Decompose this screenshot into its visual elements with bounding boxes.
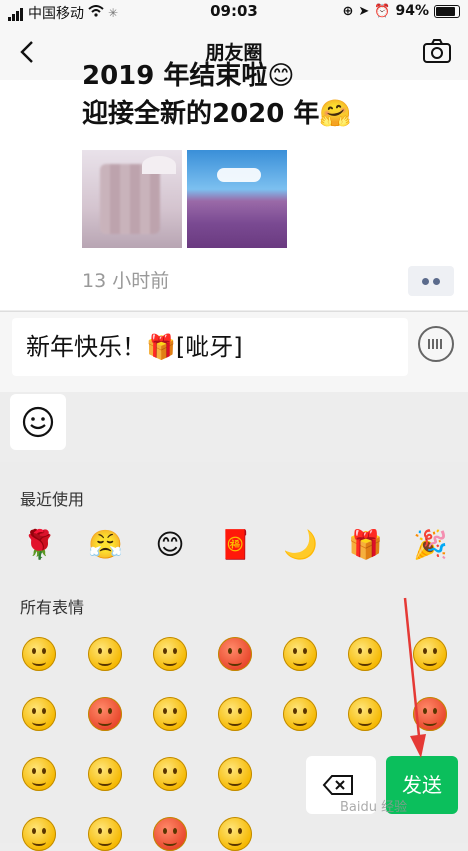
emoji-face[interactable] bbox=[22, 637, 56, 671]
recent-emoji[interactable]: 🎁 bbox=[348, 528, 383, 562]
recent-emoji[interactable]: 😊 bbox=[153, 528, 187, 562]
emoji-face-icon bbox=[22, 697, 56, 731]
comment-input[interactable]: 新年快乐！🎁[呲牙] bbox=[12, 318, 408, 376]
emoji-toggle-button[interactable] bbox=[10, 394, 66, 450]
moment-post: 2019 年结束啦😊 迎接全新的2020 年🤗 13 小时前 bbox=[0, 61, 468, 310]
emoji-face-icon bbox=[283, 637, 317, 671]
emoji-face-icon bbox=[88, 697, 122, 731]
emoji-face[interactable] bbox=[88, 817, 122, 851]
post-time: 13 小时前 bbox=[82, 270, 170, 292]
emoji-face-icon bbox=[218, 697, 252, 731]
emoji-face[interactable] bbox=[283, 637, 317, 671]
emoji-face[interactable] bbox=[348, 697, 382, 731]
emoji-face-icon bbox=[218, 817, 252, 851]
recent-emoji[interactable]: 🌙 bbox=[283, 528, 318, 562]
keyboard-toggle-icon[interactable] bbox=[418, 326, 454, 362]
emoji-face-icon bbox=[88, 757, 122, 791]
post-photo-lavender[interactable] bbox=[187, 150, 287, 248]
emoji-face-icon bbox=[283, 697, 317, 731]
emoji-face-icon bbox=[22, 637, 56, 671]
all-section-label: 所有表情 bbox=[20, 598, 85, 617]
emoji-face-icon bbox=[153, 637, 187, 671]
alarm-icon: ⏰ bbox=[374, 3, 391, 19]
emoji-face-icon bbox=[153, 757, 187, 791]
emoji-face[interactable] bbox=[153, 637, 187, 671]
watermark: Baidu 经验 bbox=[340, 800, 408, 815]
emoji-face-icon bbox=[22, 817, 56, 851]
emoji-face-icon bbox=[88, 637, 122, 671]
emoji-face[interactable] bbox=[88, 757, 122, 791]
emoji-face[interactable] bbox=[22, 757, 56, 791]
red-arrow-annotation bbox=[403, 597, 426, 758]
emoji-face-icon bbox=[153, 697, 187, 731]
location-icon: ➤ bbox=[358, 3, 370, 19]
emoji-face-icon bbox=[218, 637, 252, 671]
emoji-face[interactable] bbox=[88, 637, 122, 671]
emoji-face-icon bbox=[218, 757, 252, 791]
recent-emoji[interactable]: 😤 bbox=[88, 528, 123, 562]
comment-bar: 新年快乐！🎁[呲牙] bbox=[0, 311, 468, 392]
emoji-face[interactable] bbox=[218, 817, 252, 851]
post-text-line1: 2019 年结束啦😊 bbox=[82, 61, 295, 91]
emoji-face-icon bbox=[153, 817, 187, 851]
emoji-face-icon bbox=[348, 637, 382, 671]
recent-section-label: 最近使用 bbox=[20, 490, 85, 509]
emoji-face-icon bbox=[22, 757, 56, 791]
camera-icon bbox=[423, 39, 451, 63]
emoji-face[interactable] bbox=[153, 757, 187, 791]
status-bar: 中国移动 ✳ 09:03 ⊕ ➤ ⏰ 94% bbox=[0, 0, 468, 22]
smile-icon bbox=[22, 406, 54, 438]
emoji-face-icon bbox=[88, 817, 122, 851]
camera-button[interactable] bbox=[422, 38, 452, 64]
emoji-face[interactable] bbox=[22, 697, 56, 731]
recent-emoji[interactable]: 🌹 bbox=[22, 528, 57, 562]
post-text-line2: 迎接全新的2020 年🤗 bbox=[82, 99, 352, 129]
emoji-face[interactable] bbox=[88, 697, 122, 731]
emoji-face[interactable] bbox=[218, 757, 252, 791]
recent-emoji[interactable]: 🧧 bbox=[218, 528, 253, 562]
post-text: 2019 年结束啦😊 迎接全新的2020 年🤗 bbox=[82, 60, 352, 133]
emoji-face[interactable] bbox=[153, 697, 187, 731]
battery-icon bbox=[434, 4, 460, 18]
battery-percent: 94% bbox=[395, 3, 429, 19]
emoji-face[interactable] bbox=[22, 817, 56, 851]
comment-like-button[interactable] bbox=[408, 266, 454, 296]
emoji-face[interactable] bbox=[348, 637, 382, 671]
post-photo-portrait[interactable] bbox=[82, 150, 182, 248]
emoji-face[interactable] bbox=[218, 637, 252, 671]
emoji-face-icon bbox=[348, 697, 382, 731]
recent-emoji[interactable]: 🎉 bbox=[413, 528, 448, 562]
emoji-face[interactable] bbox=[218, 697, 252, 731]
emoji-face[interactable] bbox=[283, 697, 317, 731]
emoji-face[interactable] bbox=[153, 817, 187, 851]
lock-rotation-icon: ⊕ bbox=[342, 3, 354, 19]
